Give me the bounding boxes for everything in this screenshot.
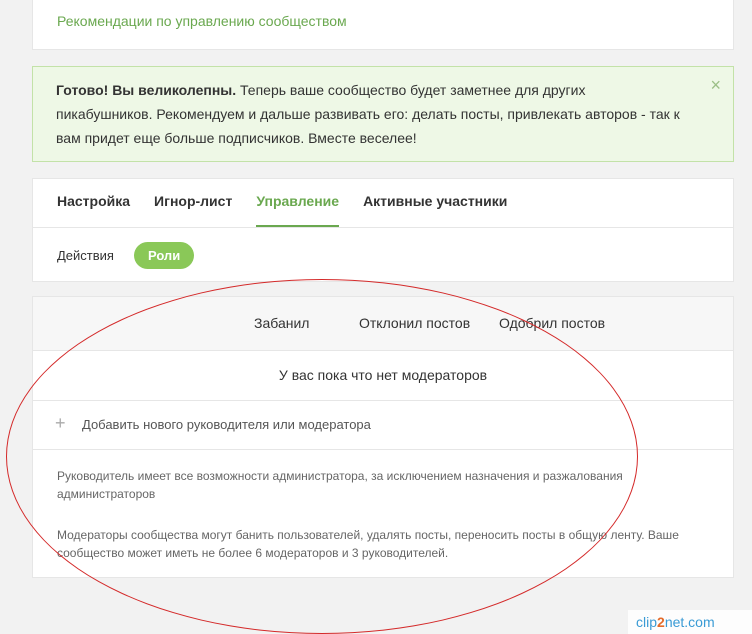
add-moderator-button[interactable]: + Добавить нового руководителя или модер…	[33, 401, 733, 450]
roles-card: Забанил Отклонил постов Одобрил постов У…	[32, 296, 734, 578]
column-banned: Забанил	[254, 315, 310, 331]
tab-management[interactable]: Управление	[256, 179, 340, 227]
tab-ignore-list[interactable]: Игнор-лист	[154, 179, 232, 227]
moderator-info: Модераторы сообщества могут банить польз…	[57, 528, 679, 560]
alert-title: Готово! Вы великолепны.	[56, 82, 237, 98]
alert-close-icon[interactable]: ×	[710, 73, 721, 97]
subtab-roles[interactable]: Роли	[133, 242, 195, 269]
column-approved-posts: Одобрил постов	[499, 315, 606, 331]
management-tabs-card: Настройка Игнор-лист Управление Активные…	[32, 178, 734, 282]
watermark-clip: clip	[636, 614, 658, 630]
tabs: Настройка Игнор-лист Управление Активные…	[57, 179, 531, 227]
plus-icon: +	[55, 413, 66, 433]
tab-settings[interactable]: Настройка	[57, 179, 130, 227]
tabs-divider	[33, 227, 733, 228]
recommendations-card: Рекомендации по управлению сообществом	[32, 0, 734, 50]
column-rejected-posts: Отклонил постов	[359, 315, 471, 331]
watermark-net: net.com	[664, 614, 715, 630]
tab-active-members[interactable]: Активные участники	[363, 179, 507, 227]
roles-table-header: Забанил Отклонил постов Одобрил постов	[33, 297, 733, 351]
empty-moderators-message: У вас пока что нет модераторов	[33, 350, 733, 401]
success-alert: × Готово! Вы великолепны. Теперь ваше со…	[32, 66, 734, 162]
subtabs: Действия Роли	[57, 242, 195, 269]
watermark-two: 2	[657, 614, 665, 630]
watermark-logo: clip2net.com	[628, 610, 752, 634]
recommendations-link[interactable]: Рекомендации по управлению сообществом	[57, 13, 347, 29]
add-moderator-label: Добавить нового руководителя или модерат…	[82, 417, 371, 432]
subtab-actions[interactable]: Действия	[57, 248, 114, 263]
leader-info: Руководитель имеет все возможности админ…	[57, 469, 623, 501]
